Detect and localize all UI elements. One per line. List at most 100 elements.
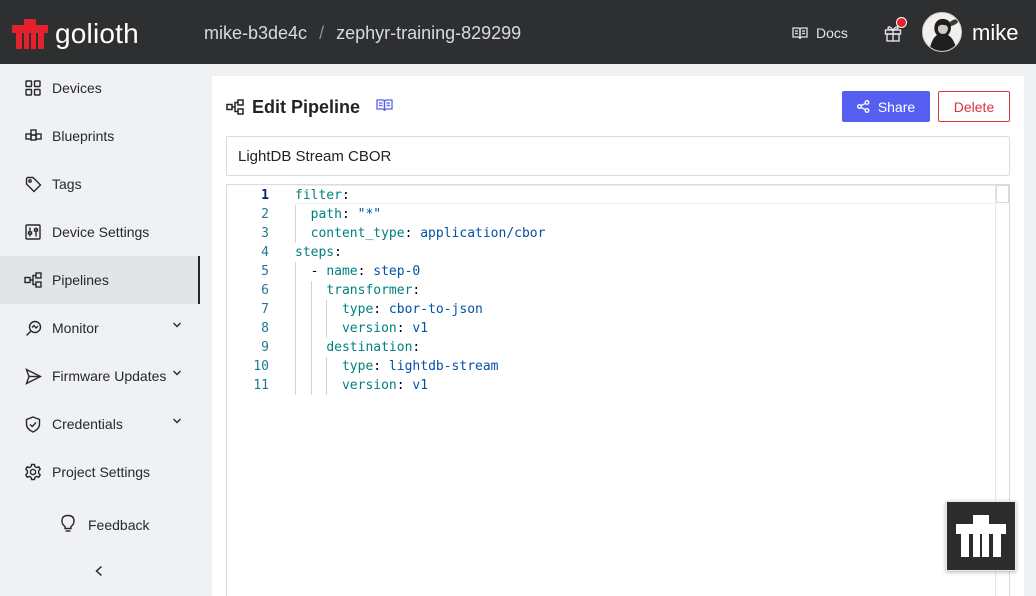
indent-guide: [295, 300, 296, 319]
gear-icon: [24, 463, 42, 481]
code-line: steps:: [295, 245, 342, 260]
sidebar-item-label: Blueprints: [52, 128, 115, 144]
blueprints-icon: [24, 127, 42, 145]
indent-guide: [311, 281, 312, 300]
lightbulb-icon: [60, 514, 76, 536]
pipelines-icon: [226, 99, 244, 115]
code-line: path: "*": [310, 207, 382, 222]
code-line: destination:: [326, 340, 421, 355]
code-line: filter:: [295, 188, 350, 203]
indent-guide: [295, 224, 296, 243]
line-number: 3: [261, 226, 269, 241]
current-line-highlight: [295, 185, 995, 204]
username[interactable]: mike: [972, 20, 1018, 46]
page-header: Edit Pipeline: [226, 96, 393, 118]
chevron-down-icon: [173, 370, 181, 376]
pipeline-name-input[interactable]: [226, 136, 1010, 176]
avatar[interactable]: [922, 12, 962, 52]
indent-guide: [295, 262, 296, 281]
indent-guide: [311, 357, 312, 376]
send-icon: [24, 367, 42, 385]
sidebar: Devices Blueprints Tags Device Settings: [0, 64, 200, 596]
indent-guide: [295, 205, 296, 224]
breadcrumb-org[interactable]: mike-b3de4c: [204, 22, 307, 44]
sidebar-item-pipelines[interactable]: Pipelines: [0, 256, 200, 304]
feedback-link[interactable]: Feedback: [60, 514, 149, 536]
pipelines-icon: [24, 271, 42, 289]
line-number: 7: [261, 302, 269, 317]
indent-guide: [295, 319, 296, 338]
share-label: Share: [877, 98, 916, 115]
line-number-gutter: 1 2 3 4 5 6 7 8 9 10 11: [227, 185, 285, 596]
sidebar-item-label: Project Settings: [52, 464, 151, 480]
book-icon: [792, 27, 808, 40]
sidebar-item-firmware-updates[interactable]: Firmware Updates: [0, 352, 200, 400]
sidebar-item-device-settings[interactable]: Device Settings: [0, 208, 200, 256]
line-number: 1: [261, 188, 269, 203]
golioth-logo[interactable]: golioth: [12, 18, 139, 50]
chevron-down-icon: [173, 418, 181, 424]
top-bar: golioth mike-b3de4c / zephyr-training-82…: [0, 0, 1036, 64]
indent-guide: [326, 376, 327, 395]
sidebar-item-label: Monitor: [52, 320, 99, 336]
collapse-sidebar-button[interactable]: [92, 564, 106, 583]
indent-guide: [311, 300, 312, 319]
indent-guide: [326, 300, 327, 319]
sidebar-item-monitor[interactable]: Monitor: [0, 304, 200, 352]
book-icon: [376, 98, 393, 111]
indent-guide: [311, 319, 312, 338]
documentation-link[interactable]: [376, 98, 393, 117]
code-line: version: v1: [341, 321, 429, 336]
line-number: 11: [253, 378, 269, 393]
shield-check-icon: [24, 415, 42, 433]
indent-guide: [295, 281, 296, 300]
feedback-label: Feedback: [88, 517, 150, 533]
breadcrumb: mike-b3de4c / zephyr-training-829299: [204, 22, 521, 44]
code-line: version: v1: [341, 378, 429, 393]
line-number: 4: [261, 245, 269, 260]
breadcrumb-project[interactable]: zephyr-training-829299: [336, 22, 521, 44]
settings-sliders-icon: [24, 223, 42, 241]
indent-guide: [295, 338, 296, 357]
line-number: 9: [261, 340, 269, 355]
line-number: 10: [253, 359, 269, 374]
indent-guide: [326, 357, 327, 376]
sidebar-item-label: Tags: [52, 176, 82, 192]
sidebar-item-tags[interactable]: Tags: [0, 160, 200, 208]
yaml-code-editor[interactable]: 1 2 3 4 5 6 7 8 9 10 11 filter: path: "*" content_…: [226, 184, 1010, 596]
sidebar-item-label: Device Settings: [52, 224, 150, 240]
sidebar-item-label: Pipelines: [52, 272, 109, 288]
code-line: type: cbor-to-json: [341, 302, 483, 317]
golioth-help-button[interactable]: [946, 501, 1016, 571]
sidebar-item-label: Firmware Updates: [52, 368, 167, 384]
line-number: 5: [261, 264, 269, 279]
code-line: - name: step-0: [295, 264, 421, 279]
breadcrumb-separator: /: [319, 23, 325, 43]
indent-guide: [326, 319, 327, 338]
line-number: 2: [261, 207, 269, 222]
scrollbar-thumb[interactable]: [996, 185, 1009, 203]
code-area[interactable]: filter: path: "*" content_type: applicat…: [295, 185, 995, 596]
indent-guide: [311, 376, 312, 395]
delete-label: Delete: [953, 98, 995, 115]
delete-button[interactable]: Delete: [938, 91, 1010, 122]
code-line: content_type: application/cbor: [310, 226, 546, 241]
indent-guide: [295, 376, 296, 395]
sidebar-item-project-settings[interactable]: Project Settings: [0, 448, 200, 496]
share-button[interactable]: Share: [842, 91, 930, 122]
monitor-icon: [24, 319, 42, 337]
sidebar-item-credentials[interactable]: Credentials: [0, 400, 200, 448]
sidebar-item-label: Credentials: [52, 416, 123, 432]
indent-guide: [295, 357, 296, 376]
sidebar-item-label: Devices: [52, 80, 102, 96]
docs-link[interactable]: Docs: [792, 24, 848, 42]
golioth-mark-icon: [956, 515, 1006, 557]
sidebar-item-blueprints[interactable]: Blueprints: [0, 112, 200, 160]
share-icon: [856, 100, 870, 113]
logo-text: golioth: [55, 18, 139, 49]
page-title: Edit Pipeline: [252, 97, 361, 117]
sidebar-item-devices[interactable]: Devices: [0, 64, 200, 112]
line-number: 6: [261, 283, 269, 298]
code-line: transformer:: [326, 283, 421, 298]
golioth-logo-icon: [12, 19, 48, 49]
